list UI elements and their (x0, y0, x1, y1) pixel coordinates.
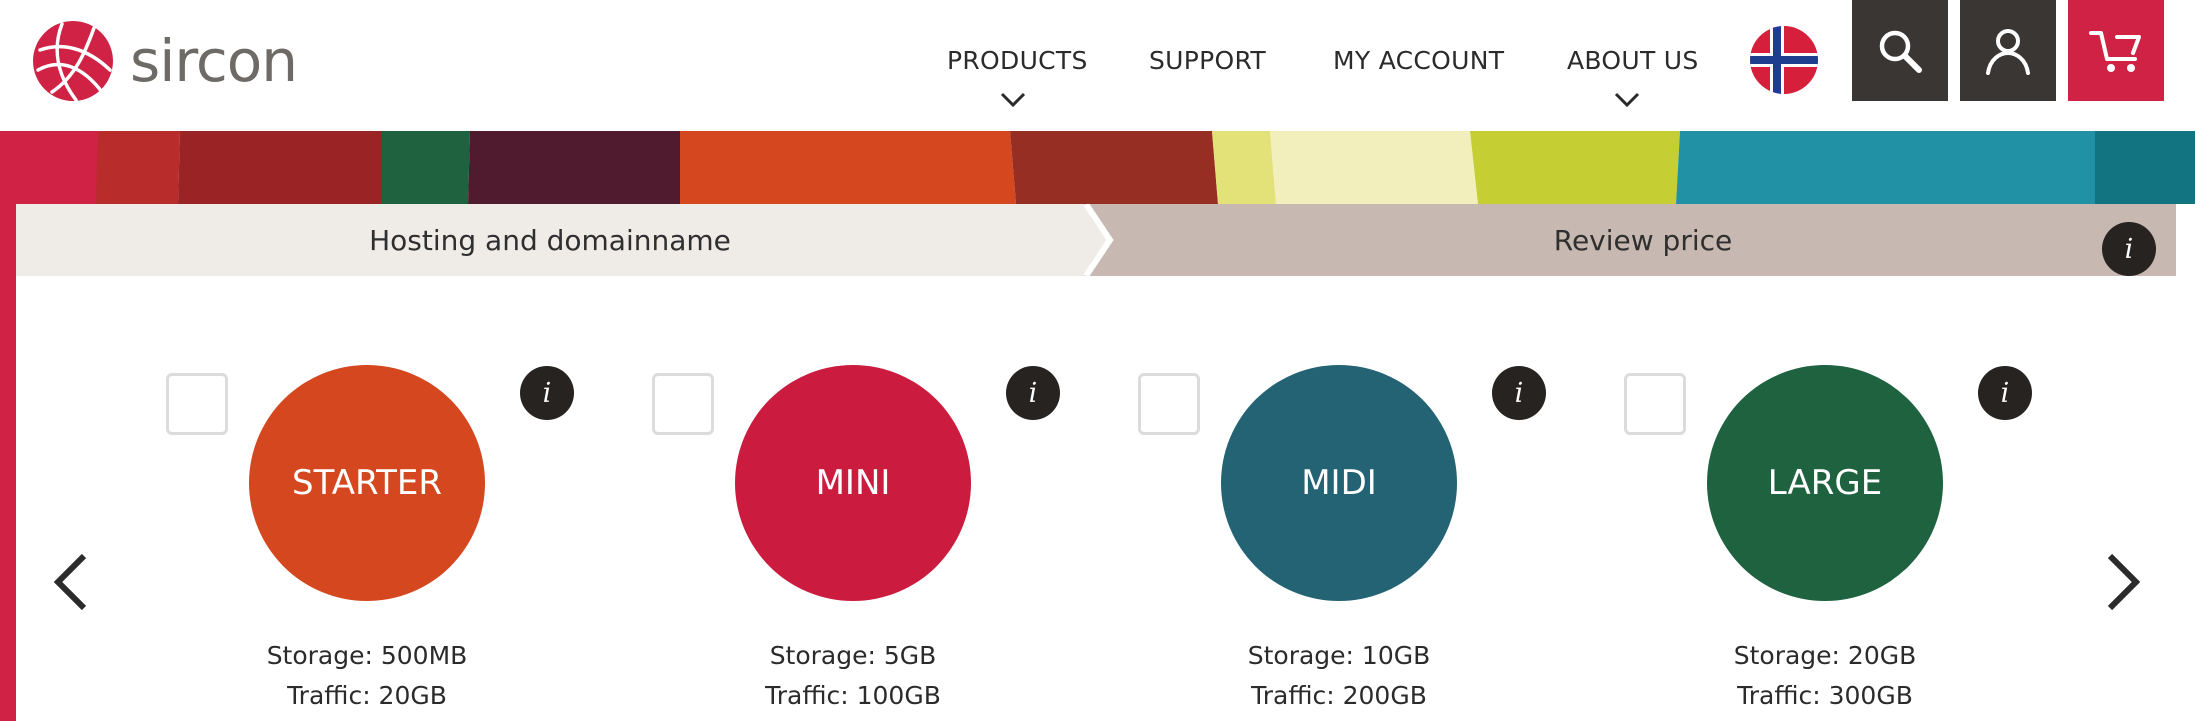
nav-products-label: PRODUCTS (947, 46, 1088, 75)
chevron-down-icon[interactable] (1000, 92, 1026, 108)
plan-circle-starter[interactable]: STARTER (249, 365, 485, 601)
plan-storage: Storage: 500MB (266, 641, 468, 670)
nav-my-account[interactable]: MY ACCOUNT (1333, 46, 1504, 75)
nav-support[interactable]: SUPPORT (1149, 46, 1266, 75)
user-icon (1986, 28, 2030, 75)
account-button[interactable] (1960, 0, 2056, 101)
plan-checkbox-starter[interactable] (166, 373, 228, 435)
cart-icon (2089, 30, 2141, 72)
nav-about-us[interactable]: ABOUT US (1567, 46, 1699, 75)
nav-products[interactable]: PRODUCTS (947, 46, 1088, 75)
plan-name: MIDI (1301, 463, 1377, 503)
language-norway-flag-icon[interactable] (1750, 26, 1818, 94)
plan-circle-large[interactable]: LARGE (1707, 365, 1943, 601)
plan-name: MINI (815, 463, 891, 503)
globe-logo-icon (33, 21, 113, 102)
nav-support-label: SUPPORT (1149, 46, 1266, 75)
chevron-down-icon[interactable] (1614, 92, 1640, 108)
steps-info-icon[interactable]: i (2102, 222, 2156, 276)
plan-storage: Storage: 5GB (769, 641, 937, 670)
nav-my-account-label: MY ACCOUNT (1333, 46, 1505, 75)
plan-name: STARTER (292, 463, 442, 503)
plan-storage: Storage: 10GB (1247, 641, 1431, 670)
cart-button[interactable] (2068, 0, 2164, 101)
chevron-left-icon[interactable] (50, 552, 90, 612)
nav-about-us-label: ABOUT US (1567, 46, 1699, 75)
plan-info-icon[interactable]: i (1006, 366, 1060, 420)
plan-traffic: Traffic: 200GB (1251, 681, 1427, 710)
left-accent-bar (0, 204, 16, 721)
search-icon (1879, 30, 1922, 73)
brand-name: sircon (130, 27, 298, 95)
step-1-label: Hosting and domainname (369, 223, 731, 257)
page: sircon PRODUCTS SUPPORT MY ACCOUNT ABOUT… (0, 0, 2195, 721)
decorative-color-stripes (0, 131, 2195, 204)
plan-name: LARGE (1767, 463, 1883, 503)
plan-traffic: Traffic: 100GB (765, 681, 941, 710)
sircon-logo[interactable]: sircon (32, 20, 298, 102)
plan-info-icon[interactable]: i (1492, 366, 1546, 420)
checkout-steps: Hosting and domainname Review price i (16, 204, 2176, 276)
plan-storage: Storage: 20GB (1733, 641, 1917, 670)
plan-checkbox-mini[interactable] (652, 373, 714, 435)
plan-info-icon[interactable]: i (520, 366, 574, 420)
step-hosting-and-domainname[interactable]: Hosting and domainname (16, 204, 1084, 276)
chevron-right-icon[interactable] (2104, 552, 2144, 612)
step-review-price[interactable]: Review price (1110, 204, 2176, 276)
plan-circle-midi[interactable]: MIDI (1221, 365, 1457, 601)
step-2-label: Review price (1553, 223, 1733, 257)
plan-traffic: Traffic: 20GB (287, 681, 447, 710)
plan-traffic: Traffic: 300GB (1737, 681, 1913, 710)
plan-checkbox-large[interactable] (1624, 373, 1686, 435)
site-header: sircon PRODUCTS SUPPORT MY ACCOUNT ABOUT… (0, 0, 2195, 131)
search-button[interactable] (1852, 0, 1948, 101)
plan-info-icon[interactable]: i (1978, 366, 2032, 420)
plan-circle-mini[interactable]: MINI (735, 365, 971, 601)
plan-checkbox-midi[interactable] (1138, 373, 1200, 435)
